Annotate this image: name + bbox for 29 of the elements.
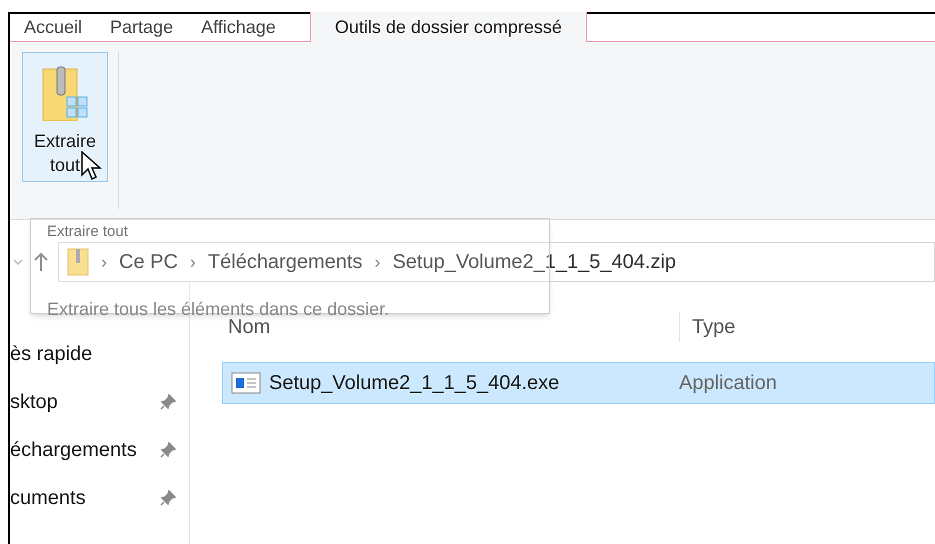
tooltip-title: Extraire tout: [47, 222, 128, 242]
sidebar-item[interactable]: cuments: [10, 478, 189, 518]
extract-all-button[interactable]: Extraire tout: [22, 52, 108, 182]
application-icon: [231, 372, 261, 394]
up-arrow-icon[interactable]: [32, 252, 50, 272]
pin-icon: [159, 441, 177, 459]
ribbon-tab[interactable]: Affichage: [187, 13, 290, 41]
ribbon-tab[interactable]: Partage: [96, 13, 188, 41]
pin-icon: [159, 489, 177, 507]
sidebar-item[interactable]: sktop: [10, 382, 189, 422]
breadcrumb-separator: ›: [190, 250, 196, 274]
address-bar[interactable]: › Ce PC › Téléchargements › Setup_Volume2_1_1_5_404.zip: [58, 242, 935, 282]
file-type: Application: [679, 371, 777, 396]
file-name: Setup_Volume2_1_1_5_404.exe: [268, 371, 560, 396]
sidebar-item[interactable]: échargements: [10, 430, 189, 470]
breadcrumb-separator: ›: [374, 250, 380, 274]
zip-folder-icon: [67, 248, 89, 276]
breadcrumb-item[interactable]: Ce PC: [119, 247, 178, 277]
mouse-cursor-icon: [81, 151, 103, 183]
ribbon-tab[interactable]: Outils de dossier compressé: [310, 12, 587, 42]
file-row[interactable]: Setup_Volume2_1_1_5_404.exe Application: [222, 362, 935, 404]
breadcrumb-item[interactable]: Téléchargements: [208, 247, 362, 277]
pin-icon: [159, 393, 177, 411]
breadcrumb-separator: ›: [101, 250, 107, 274]
ribbon-tab[interactable]: Accueil: [10, 13, 96, 41]
column-header[interactable]: Type: [680, 312, 736, 342]
breadcrumb-item[interactable]: Setup_Volume2_1_1_5_404.zip: [392, 247, 676, 277]
sidebar-item[interactable]: ès rapide: [10, 334, 189, 374]
zip-folder-icon: [41, 65, 89, 121]
